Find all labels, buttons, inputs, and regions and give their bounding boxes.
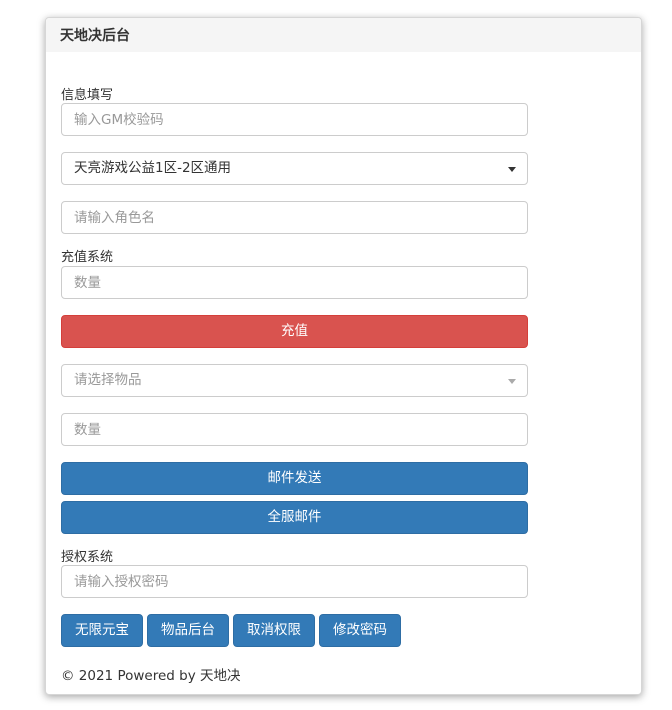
role-name-input[interactable]	[61, 201, 528, 234]
all-server-mail-button[interactable]: 全服邮件	[61, 501, 528, 534]
revoke-permission-button[interactable]: 取消权限	[233, 614, 315, 647]
info-section-label: 信息填写	[61, 88, 114, 103]
server-select-value: 天亮游戏公益1区-2区通用	[74, 160, 232, 176]
item-select[interactable]: 请选择物品	[61, 364, 528, 397]
auth-password-input[interactable]	[61, 565, 528, 598]
server-select[interactable]: 天亮游戏公益1区-2区通用	[61, 152, 528, 185]
send-mail-button[interactable]: 邮件发送	[61, 462, 528, 495]
auth-section-label: 授权系统	[61, 550, 114, 565]
chevron-down-icon	[508, 167, 516, 172]
gm-code-input[interactable]	[61, 103, 528, 136]
item-select-placeholder: 请选择物品	[74, 372, 142, 388]
panel-title: 天地决后台	[46, 18, 641, 52]
recharge-section-label: 充值系统	[61, 250, 114, 265]
item-quantity-input[interactable]	[61, 413, 528, 446]
change-password-button[interactable]: 修改密码	[319, 614, 401, 647]
unlimited-ingot-button[interactable]: 无限元宝	[61, 614, 143, 647]
chevron-down-icon	[508, 379, 516, 384]
item-backend-button[interactable]: 物品后台	[147, 614, 229, 647]
admin-panel: 天地决后台 信息填写 天亮游戏公益1区-2区通用 充值系统 充值 请选择物品 邮…	[45, 17, 642, 695]
footer-copyright: © 2021 Powered by 天地决	[61, 668, 241, 684]
recharge-button[interactable]: 充值	[61, 315, 528, 348]
recharge-amount-input[interactable]	[61, 266, 528, 299]
